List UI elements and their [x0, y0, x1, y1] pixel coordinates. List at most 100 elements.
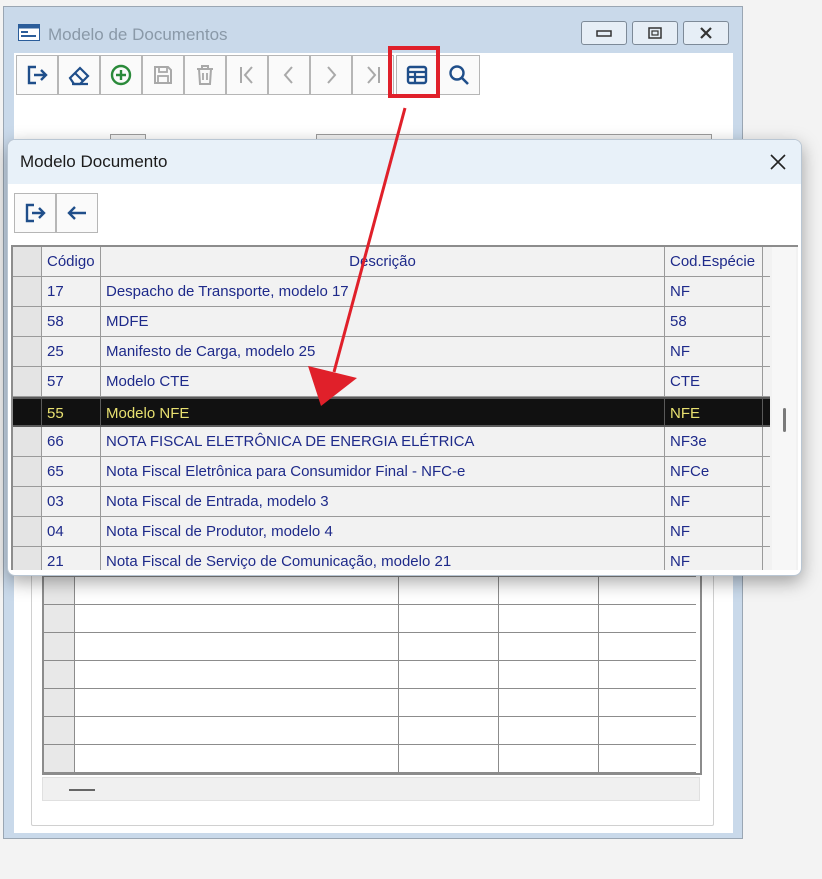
cell-codigo: 03 [42, 487, 101, 516]
table-row-selected[interactable]: 55 Modelo NFE NFE [13, 397, 770, 427]
modelo-documento-grid: Código Descrição Cod.Espécie 17 Despacho… [11, 245, 798, 570]
last-record-icon [367, 66, 380, 84]
table-row[interactable]: 25 Manifesto de Carga, modelo 25 NF [13, 337, 770, 367]
cell-descricao: NOTA FISCAL ELETRÔNICA DE ENERGIA ELÉTRI… [101, 427, 665, 456]
row-indicator [13, 337, 42, 366]
table-row[interactable]: 17 Despacho de Transporte, modelo 17 NF [13, 277, 770, 307]
main-toolbar [14, 53, 733, 98]
grid-header-row: Código Descrição Cod.Espécie [13, 247, 770, 277]
cell-filler [763, 487, 770, 516]
cell-descricao: Nota Fiscal de Entrada, modelo 3 [101, 487, 665, 516]
row-indicator [13, 277, 42, 306]
exit-icon [27, 65, 48, 85]
next-record-icon [327, 66, 337, 84]
maximize-button[interactable] [632, 21, 678, 45]
eraser-icon [68, 66, 90, 86]
cell-filler [763, 277, 770, 306]
minimize-button[interactable] [581, 21, 627, 45]
cell-cod-especie: NF [665, 547, 763, 570]
cell-cod-especie: NF [665, 487, 763, 516]
exit-icon [25, 203, 46, 223]
vertical-scrollbar[interactable] [772, 247, 796, 570]
cell-descricao: Despacho de Transporte, modelo 17 [101, 277, 665, 306]
cell-filler [763, 517, 770, 546]
table-row[interactable]: 66 NOTA FISCAL ELETRÔNICA DE ENERGIA ELÉ… [13, 427, 770, 457]
cell-descricao: MDFE [101, 307, 665, 336]
cell-cod-especie: CTE [665, 367, 763, 396]
add-button[interactable] [100, 55, 142, 95]
close-icon [700, 27, 712, 39]
first-record-button[interactable] [226, 55, 268, 95]
row-indicator [13, 547, 42, 570]
table-row[interactable]: 57 Modelo CTE CTE [13, 367, 770, 397]
table-row[interactable] [44, 689, 696, 717]
table-row[interactable]: 58 MDFE 58 [13, 307, 770, 337]
table-row[interactable]: 04 Nota Fiscal de Produtor, modelo 4 NF [13, 517, 770, 547]
cell-filler [763, 307, 770, 336]
table-row[interactable]: 65 Nota Fiscal Eletrônica para Consumido… [13, 457, 770, 487]
table-row[interactable]: 03 Nota Fiscal de Entrada, modelo 3 NF [13, 487, 770, 517]
row-indicator [13, 457, 42, 486]
cell-filler [763, 547, 770, 570]
cell-codigo: 17 [42, 277, 101, 306]
cell-filler [763, 457, 770, 486]
last-record-button[interactable] [352, 55, 394, 95]
cell-codigo: 55 [42, 399, 101, 425]
cell-cod-especie: NF [665, 337, 763, 366]
table-row[interactable]: 21 Nota Fiscal de Serviço de Comunicação… [13, 547, 770, 570]
app-icon [18, 24, 40, 41]
cell-filler [763, 337, 770, 366]
horizontal-scrollbar[interactable] [42, 777, 700, 801]
scroll-thumb[interactable] [69, 789, 95, 791]
dialog-titlebar: Modelo Documento [8, 140, 801, 184]
row-indicator [13, 427, 42, 456]
column-header-descricao[interactable]: Descrição [101, 247, 665, 276]
first-record-icon [240, 66, 253, 84]
trash-icon [197, 65, 213, 85]
next-record-button[interactable] [310, 55, 352, 95]
cell-codigo: 25 [42, 337, 101, 366]
exit-button[interactable] [16, 55, 58, 95]
save-button[interactable] [142, 55, 184, 95]
cell-descricao: Modelo NFE [101, 399, 665, 425]
modelo-documento-dialog: Modelo Documento Código Descrição Cod.Es… [7, 139, 802, 576]
row-indicator-header [13, 247, 42, 276]
back-arrow-icon [67, 206, 86, 220]
main-titlebar: Modelo de Documentos [4, 7, 742, 51]
table-row[interactable] [44, 661, 696, 689]
table-row[interactable] [44, 745, 696, 773]
cell-descricao: Nota Fiscal Eletrônica para Consumidor F… [101, 457, 665, 486]
table-icon [406, 65, 428, 85]
delete-button[interactable] [184, 55, 226, 95]
table-row[interactable] [44, 577, 696, 605]
dialog-back-button[interactable] [56, 193, 98, 233]
dialog-title: Modelo Documento [20, 152, 168, 171]
close-icon [770, 154, 786, 170]
column-header-cod-especie[interactable]: Cod.Espécie [665, 247, 763, 276]
table-row[interactable] [44, 605, 696, 633]
previous-record-icon [283, 66, 293, 84]
previous-record-button[interactable] [268, 55, 310, 95]
cell-cod-especie: 58 [665, 307, 763, 336]
cell-codigo: 21 [42, 547, 101, 570]
table-row[interactable] [44, 633, 696, 661]
search-button[interactable] [438, 55, 480, 95]
scroll-thumb[interactable] [783, 408, 786, 432]
cell-cod-especie: NFCe [665, 457, 763, 486]
cell-codigo: 04 [42, 517, 101, 546]
cell-cod-especie: NFE [665, 399, 763, 425]
maximize-icon [648, 27, 662, 39]
cell-descricao: Nota Fiscal de Serviço de Comunicação, m… [101, 547, 665, 570]
table-row[interactable] [44, 717, 696, 745]
cell-filler [763, 399, 770, 425]
dialog-close-button[interactable] [760, 144, 796, 180]
column-header-codigo[interactable]: Código [42, 247, 101, 276]
row-indicator [13, 517, 42, 546]
cell-cod-especie: NF [665, 277, 763, 306]
close-button[interactable] [683, 21, 729, 45]
row-indicator [13, 487, 42, 516]
clear-button[interactable] [58, 55, 100, 95]
table-view-button[interactable] [396, 55, 438, 95]
cell-cod-especie: NF [665, 517, 763, 546]
dialog-exit-button[interactable] [14, 193, 56, 233]
